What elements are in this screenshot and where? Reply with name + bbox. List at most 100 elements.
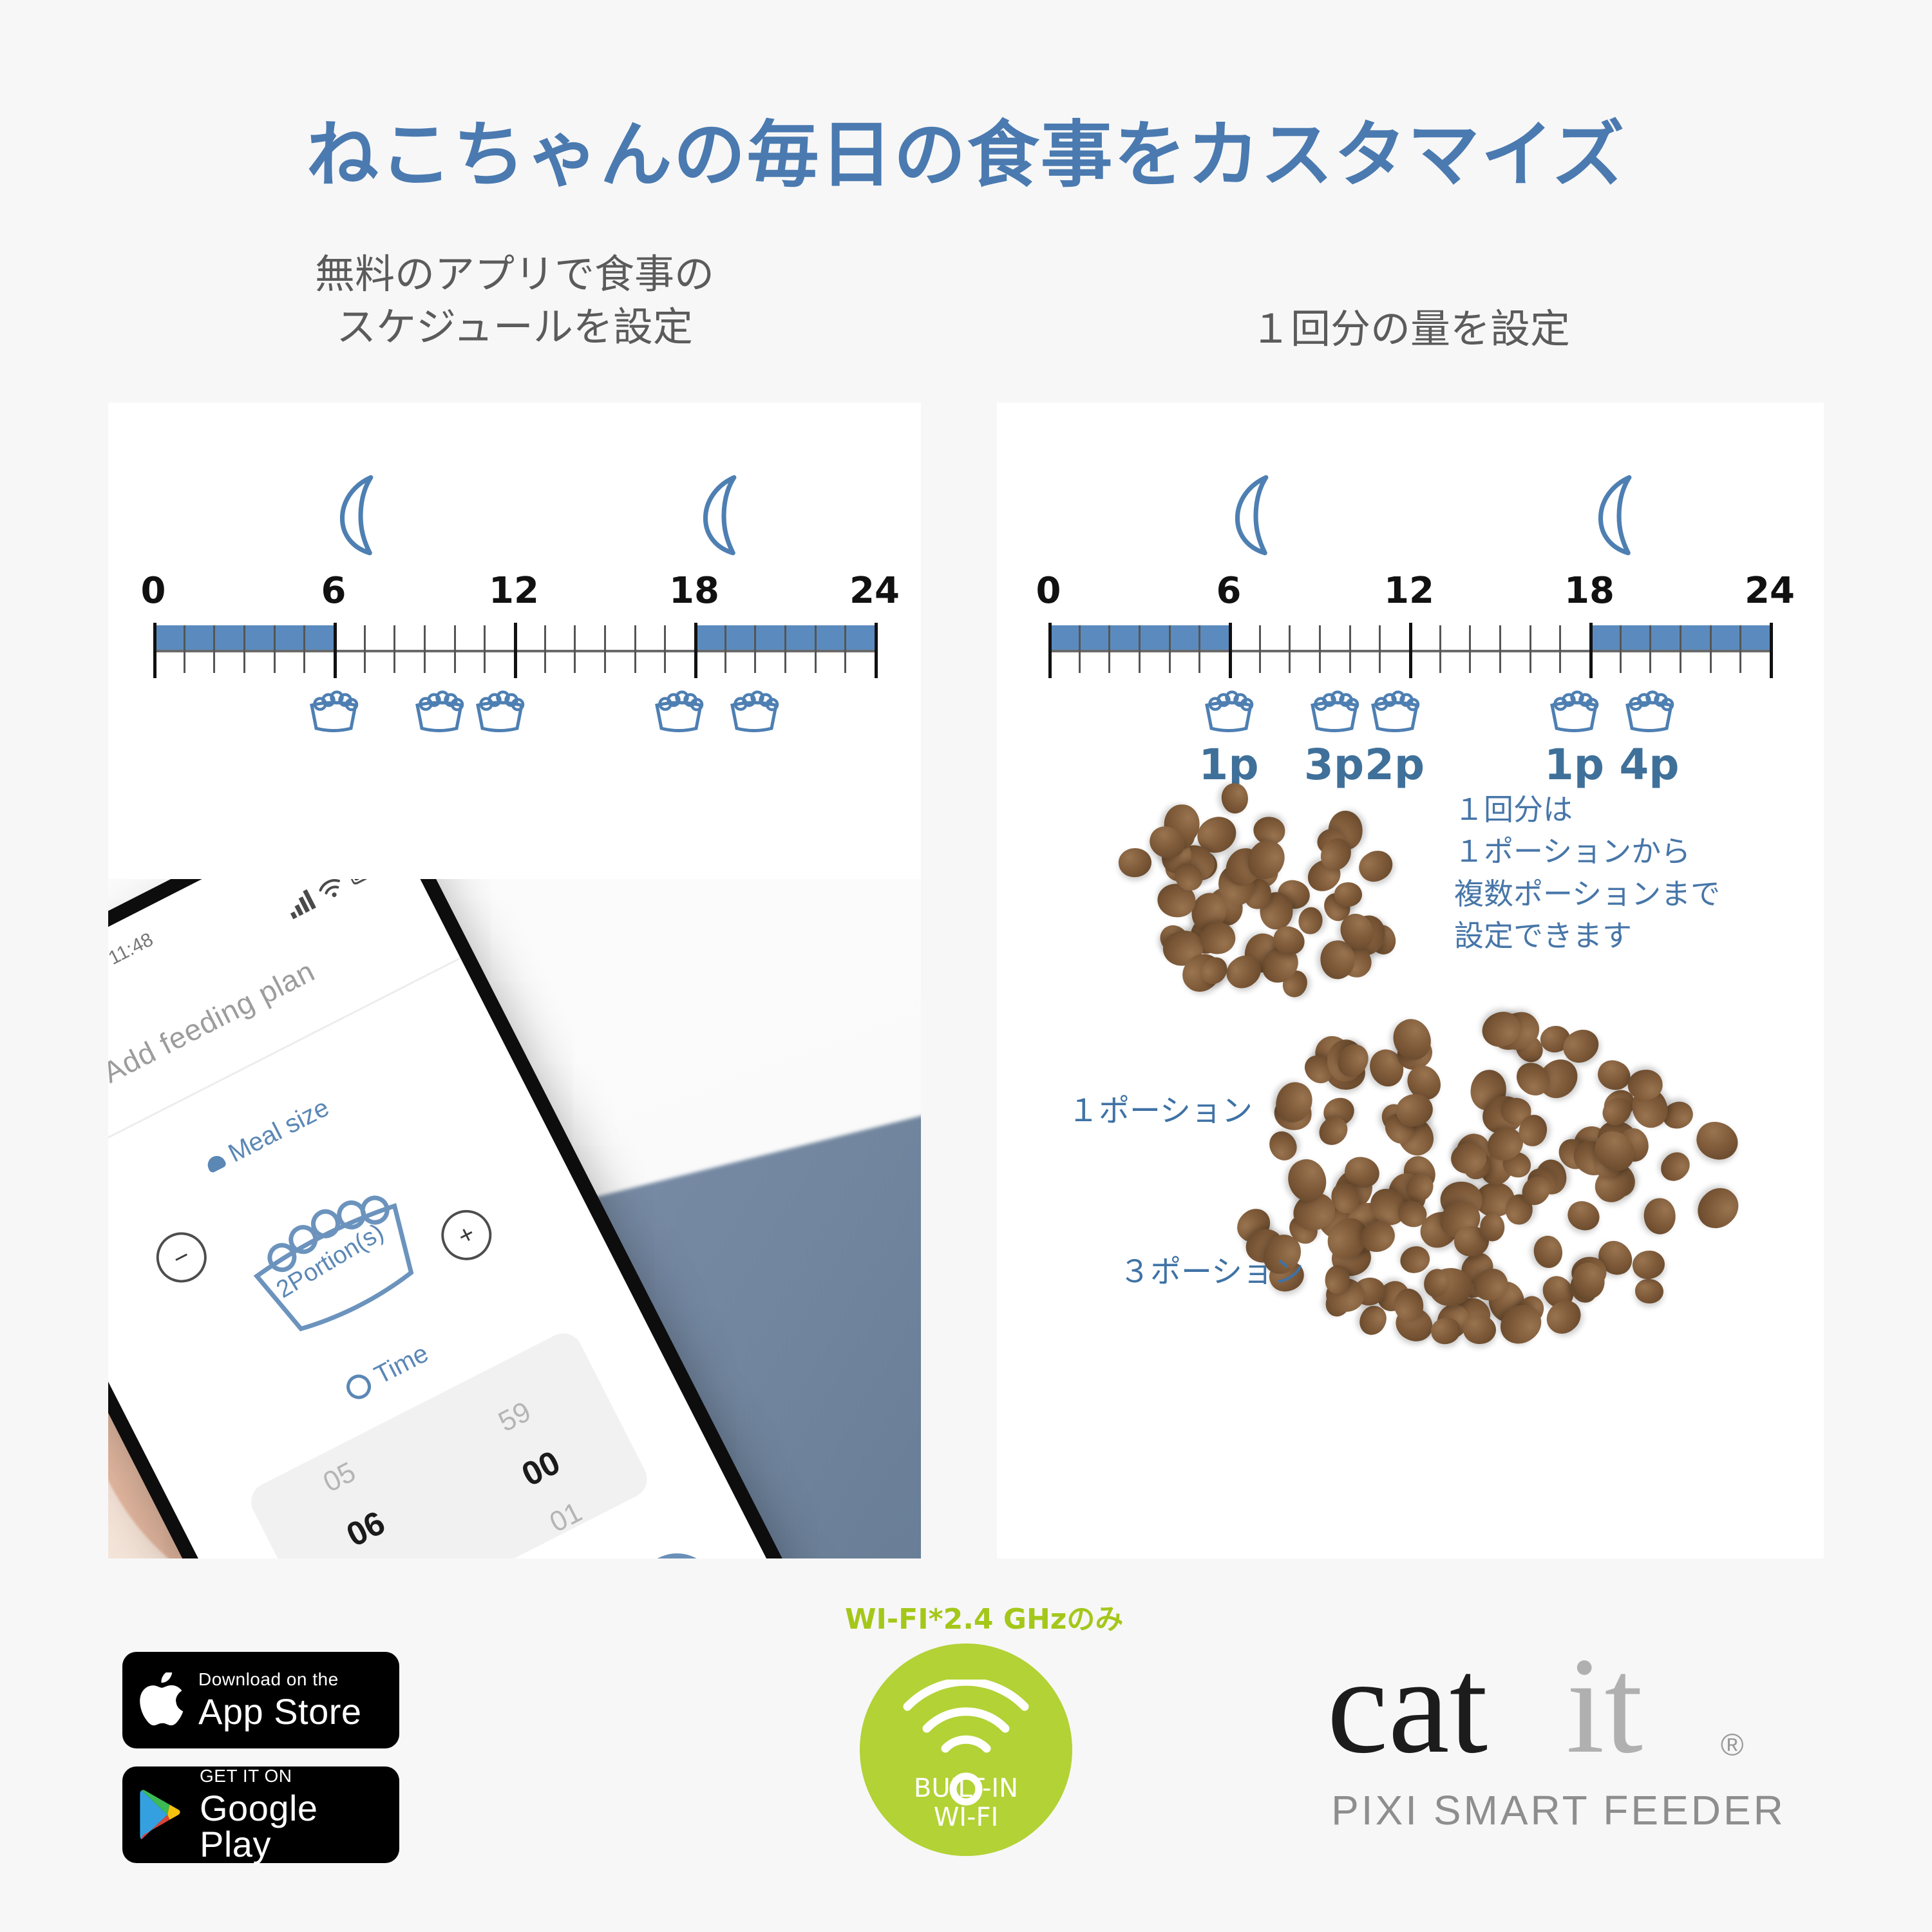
- kibble-piece: [1219, 781, 1250, 815]
- food-bowl-icon: [727, 686, 781, 735]
- crescent-moon-icon: [1588, 473, 1650, 557]
- app-store-big-label: App Store: [198, 1691, 362, 1732]
- app-store-badge[interactable]: Download on the App Store: [122, 1652, 399, 1748]
- catit-logo-light-part: it: [1566, 1649, 1642, 1777]
- axis-tick-major: [1589, 623, 1593, 678]
- food-bowl-icon: [1202, 686, 1256, 735]
- axis-tick-minor: [484, 625, 486, 673]
- kibble-piece: [1117, 846, 1153, 880]
- google-play-small-label: GET IT ON: [200, 1766, 292, 1786]
- axis-tick-minor: [1078, 625, 1081, 673]
- time-picker[interactable]: 05 06 07 59 00 01: [244, 1327, 654, 1558]
- timeline-bowl-row: [1048, 686, 1770, 744]
- crescent-moon-icon: [1225, 473, 1287, 557]
- axis-tick-minor: [844, 625, 847, 673]
- kibble-piece: [1563, 1197, 1604, 1236]
- wifi-badge-line1: BUILT-IN: [913, 1773, 1019, 1803]
- portion-explanation-note: １回分は １ポーションから 複数ポーションまで 設定できます: [1454, 792, 1721, 953]
- axis-tick-minor: [724, 625, 726, 673]
- built-in-wifi-badge: WI-FI*2.4 GHzのみ BUILT-IN WI-FI: [845, 1596, 1124, 1856]
- timeline-bowl-row: [153, 686, 875, 744]
- kibble-piece: [1530, 1233, 1566, 1271]
- kibble-pile-three-portions: [1209, 982, 1757, 1381]
- hour-label: 18: [669, 570, 719, 612]
- axis-tick-major: [1770, 623, 1773, 678]
- axis-tick-minor: [1139, 625, 1141, 673]
- axis-tick-minor: [1469, 625, 1472, 673]
- axis-tick-minor: [1529, 625, 1531, 673]
- axis-tick-minor: [1349, 625, 1351, 673]
- kibble-piece: [1642, 1196, 1678, 1236]
- axis-tick-major: [1229, 623, 1232, 678]
- brand-lockup: cat it ® PIXI SMART FEEDER: [1282, 1649, 1835, 1834]
- axis-tick-minor: [303, 625, 306, 673]
- axis-tick-minor: [1168, 625, 1171, 673]
- crescent-moon-icon: [330, 473, 392, 557]
- axis-tick-minor: [1258, 625, 1261, 673]
- axis-tick-minor: [273, 625, 276, 673]
- left-panel: 0 6 12 18 24 11:48 Add feeding plan Meal…: [108, 402, 921, 1558]
- axis-tick-minor: [544, 625, 546, 673]
- axis-tick-minor: [664, 625, 667, 673]
- bowl-dot-icon: [204, 1152, 227, 1174]
- axis-tick-major: [334, 623, 337, 678]
- crescent-moon-icon: [693, 473, 755, 557]
- page-title: ねこちゃんの毎日の食事をカスタマイズ: [306, 113, 1626, 197]
- wifi-badge-text: BUILT-IN WI-FI: [860, 1774, 1072, 1833]
- food-bowl-icon: [652, 686, 706, 735]
- app-store-small-label: Download on the: [198, 1669, 339, 1689]
- battery-icon: [348, 879, 379, 885]
- axis-tick-minor: [1709, 625, 1712, 673]
- apple-icon: [140, 1672, 184, 1726]
- portion-label: 1p: [1544, 740, 1605, 790]
- right-panel: 0 6 12 18 24 1p 3p 2p 1p 4p １回分は １ポーションか…: [997, 402, 1824, 1558]
- food-bowl-icon: [1307, 686, 1361, 735]
- google-play-big-label: Google Play: [200, 1788, 318, 1864]
- wifi-badge-line2: WI-FI: [933, 1803, 999, 1833]
- time-label: Time: [370, 1339, 433, 1390]
- google-play-icon: [140, 1790, 180, 1839]
- axis-tick-minor: [1198, 625, 1201, 673]
- kibble-piece: [1333, 881, 1363, 907]
- portion-label-three: ３ポーション: [1119, 1254, 1305, 1290]
- food-bowl-icon: [1368, 686, 1422, 735]
- axis-tick-minor: [784, 625, 786, 673]
- kibble-piece: [1655, 1146, 1696, 1187]
- phone-in-hand-photo: 11:48 Add feeding plan Meal size − + 2Po…: [108, 879, 921, 1558]
- timeline-axis: [1048, 623, 1773, 678]
- kibble-piece: [1298, 905, 1324, 935]
- registered-mark: ®: [1720, 1728, 1743, 1763]
- food-bowl-icon: [1622, 686, 1676, 735]
- axis-tick-minor: [1439, 625, 1441, 673]
- feeding-schedule-timeline-left: 0 6 12 18 24: [141, 473, 900, 744]
- app-store-badges: Download on the App Store GET IT ON Goog…: [122, 1652, 406, 1881]
- wifi-badge-circle: BUILT-IN WI-FI: [860, 1643, 1072, 1856]
- wifi-icon: [319, 879, 341, 898]
- portion-label: 4p: [1619, 740, 1680, 790]
- kibble-piece: [1479, 1212, 1506, 1242]
- axis-tick-minor: [1619, 625, 1622, 673]
- food-bowl-icon: [307, 686, 361, 735]
- axis-tick-minor: [1379, 625, 1381, 673]
- wifi-icon: [903, 1680, 1029, 1753]
- axis-tick-minor: [1319, 625, 1321, 673]
- kibble-piece: [1634, 1278, 1664, 1304]
- kibble-piece: [1690, 1116, 1743, 1166]
- page-root: ねこちゃんの毎日の食事をカスタマイズ 無料のアプリで食事の スケジュールを設定 …: [0, 0, 1932, 1932]
- wifi-frequency-caption: WI-FI*2.4 GHzのみ: [845, 1603, 1124, 1636]
- decrease-portion-button[interactable]: −: [147, 1224, 216, 1291]
- food-bowl-icon: [412, 686, 466, 735]
- left-column-subtitle: 無料のアプリで食事の スケジュールを設定: [314, 251, 714, 350]
- food-bowl-icon: [473, 686, 527, 735]
- right-column-subtitle: １回分の量を設定: [1250, 305, 1570, 352]
- timeline-axis: [153, 623, 878, 678]
- kibble-piece: [1689, 1179, 1747, 1237]
- axis-tick-minor: [1649, 625, 1652, 673]
- google-play-badge[interactable]: GET IT ON Google Play: [122, 1766, 399, 1863]
- hour-label: 0: [1036, 570, 1061, 612]
- axis-tick-minor: [1680, 625, 1681, 673]
- axis-tick-minor: [1108, 625, 1111, 673]
- axis-tick-minor: [424, 625, 426, 673]
- axis-tick-minor: [634, 625, 636, 673]
- hour-label: 24: [849, 570, 900, 612]
